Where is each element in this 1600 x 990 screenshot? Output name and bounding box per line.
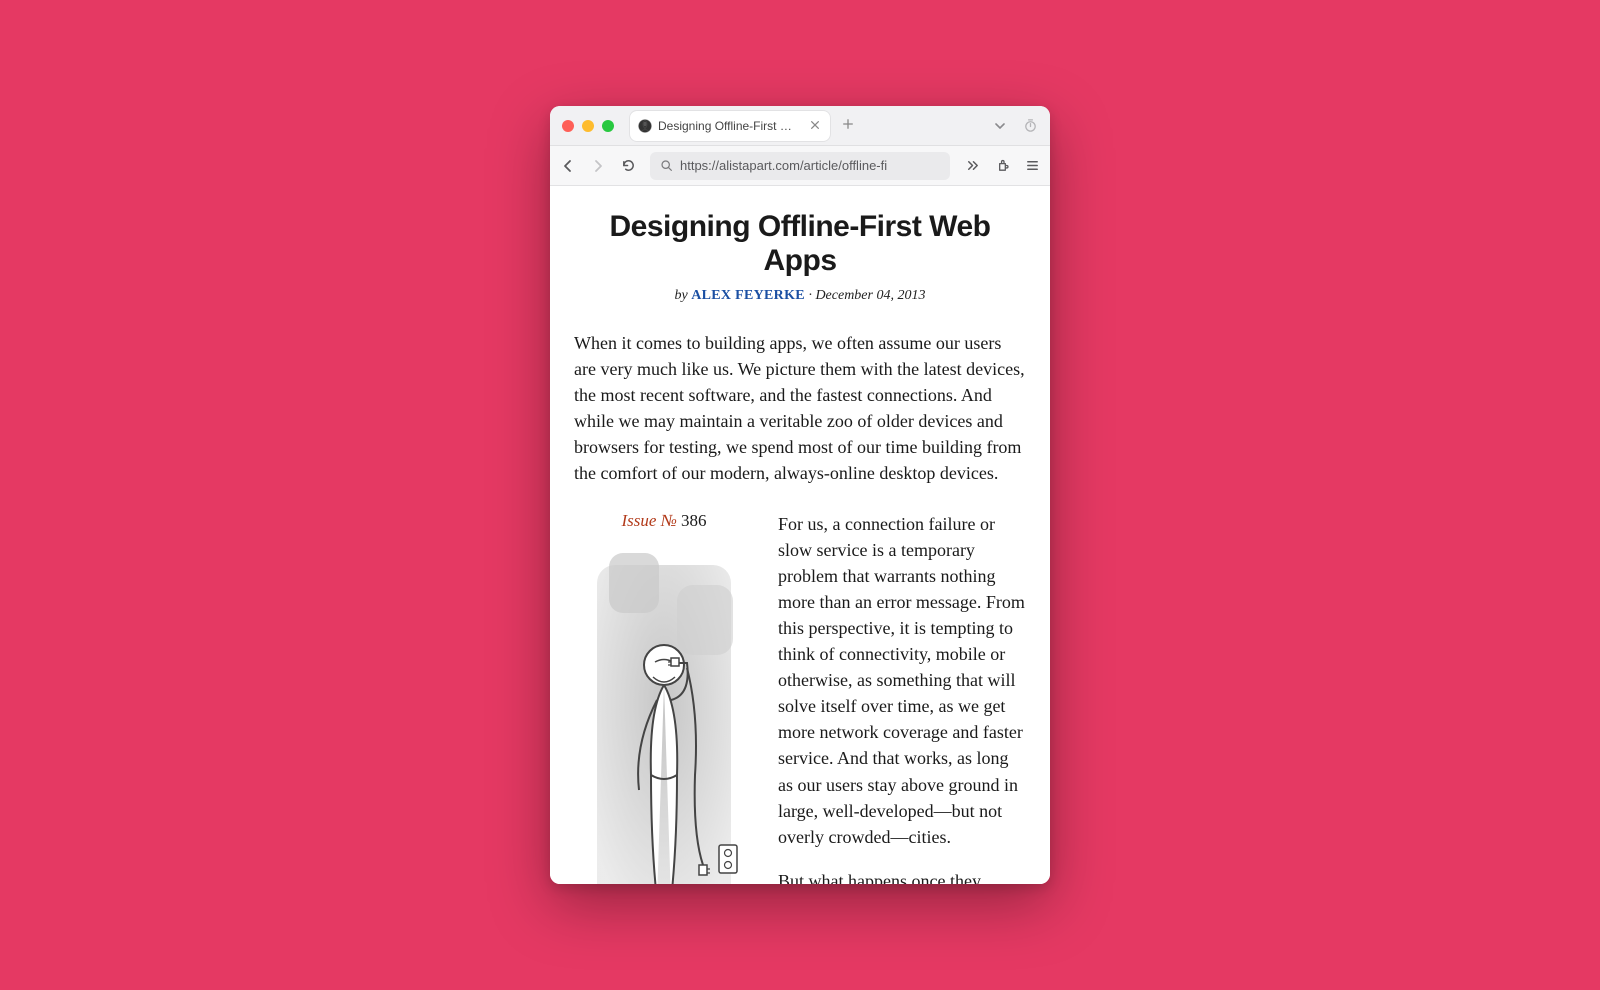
favicon-icon [638,119,652,133]
author-link[interactable]: ALEX FEYERKE [691,288,805,303]
extensions-icon[interactable] [994,158,1010,174]
reload-button[interactable] [620,158,636,174]
browser-tab[interactable]: Designing Offline-First Web App… [630,111,830,141]
window-controls [562,120,614,132]
byline-separator: · [805,288,816,303]
article-main-column: For us, a connection failure or slow ser… [778,511,1026,884]
byline: by ALEX FEYERKE · December 04, 2013 [574,288,1026,304]
toolbar: https://alistapart.com/article/offline-f… [550,146,1050,186]
issue-number: 386 [681,511,707,530]
menu-icon[interactable] [1024,158,1040,174]
tab-title: Designing Offline-First Web App… [658,119,802,133]
forward-button[interactable] [590,158,606,174]
maximize-window-button[interactable] [602,120,614,132]
overflow-icon[interactable] [964,158,980,174]
close-tab-button[interactable] [808,118,822,133]
issue-prefix: Issue № [622,511,681,530]
paragraph-2: For us, a connection failure or slow ser… [778,511,1026,850]
article-date: December 04, 2013 [815,288,925,303]
article-body: Issue № 386 [574,511,1026,884]
article-sidebar: Issue № 386 [574,511,754,884]
article-title: Designing Offline-First Web Apps [574,210,1026,278]
tabs-dropdown-icon[interactable] [992,118,1008,134]
issue-label: Issue № 386 [574,511,754,531]
page-content: Designing Offline-First Web Apps by ALEX… [550,186,1050,884]
back-button[interactable] [560,158,576,174]
intro-paragraph: When it comes to building apps, we often… [574,330,1026,487]
timer-icon[interactable] [1022,118,1038,134]
browser-window: Designing Offline-First Web App… [550,106,1050,884]
minimize-window-button[interactable] [582,120,594,132]
url-bar[interactable]: https://alistapart.com/article/offline-f… [650,152,950,180]
url-text: https://alistapart.com/article/offline-f… [680,158,942,173]
close-window-button[interactable] [562,120,574,132]
titlebar: Designing Offline-First Web App… [550,106,1050,146]
new-tab-button[interactable] [838,117,858,135]
search-icon [658,158,674,174]
byline-by: by [675,288,692,303]
paragraph-3: But what happens once they descend into … [778,868,1026,884]
article-illustration [579,545,749,884]
